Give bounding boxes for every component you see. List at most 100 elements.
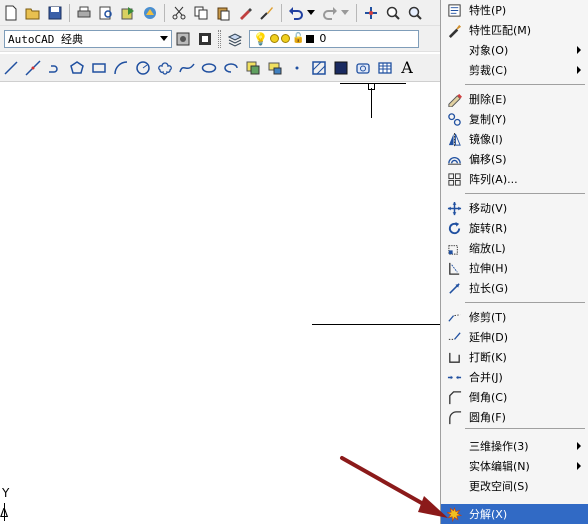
my-workspace-icon[interactable] <box>195 29 215 49</box>
layer-color-swatch-icon <box>306 34 315 43</box>
block-editor-icon[interactable] <box>257 3 277 23</box>
menu-item-22[interactable]: 更改空间(S) <box>441 476 588 496</box>
toolbar-separator <box>281 3 282 22</box>
undo-icon[interactable] <box>286 3 306 23</box>
toolbar-separator <box>69 3 70 22</box>
menu-item-6[interactable]: 镜像(I) <box>441 129 588 149</box>
menu-item-4[interactable]: 删除(E) <box>441 89 588 109</box>
menu-separator <box>465 84 585 85</box>
menu-item-14[interactable]: 修剪(T) <box>441 307 588 327</box>
copy-icon[interactable] <box>191 3 211 23</box>
menu-item-11[interactable]: 缩放(L) <box>441 238 588 258</box>
menu-item-2[interactable]: 对象(O) <box>441 40 588 60</box>
3d-dwf-icon[interactable] <box>140 3 160 23</box>
zoom-window-icon[interactable] <box>405 3 425 23</box>
multiline-text-icon[interactable]: A <box>397 58 417 78</box>
menu-item-13[interactable]: 拉长(G) <box>441 278 588 298</box>
menu-item-23[interactable]: 分解(X) <box>441 504 588 524</box>
paste-icon[interactable] <box>213 3 233 23</box>
extend-icon <box>444 328 464 346</box>
menu-item-0[interactable]: 特性(P) <box>441 0 588 20</box>
make-block-icon[interactable] <box>265 58 285 78</box>
submenu-arrow-icon <box>577 66 581 74</box>
workspace-select[interactable]: AutoCAD 经典 <box>4 29 172 48</box>
sun-thaw-icon <box>269 34 279 43</box>
menu-item-9[interactable]: 移动(V) <box>441 198 588 218</box>
region-icon[interactable] <box>353 58 373 78</box>
menu-item-8[interactable]: 阵列(A)... <box>441 169 588 189</box>
ucs-y-label: Y <box>2 486 10 500</box>
menu-item-20[interactable]: 三维操作(3) <box>441 436 588 456</box>
menu-item-18[interactable]: 倒角(C) <box>441 387 588 407</box>
rectangle-icon[interactable] <box>89 58 109 78</box>
spline-icon[interactable] <box>177 58 197 78</box>
new-icon[interactable] <box>1 3 21 23</box>
menu-item-1[interactable]: 特性匹配(M) <box>441 20 588 40</box>
menu-item-15[interactable]: 延伸(D) <box>441 327 588 347</box>
menu-item-5[interactable]: 复制(Y) <box>441 109 588 129</box>
annotation-arrow <box>340 456 448 518</box>
line-icon[interactable] <box>1 58 21 78</box>
undo-dropdown-icon[interactable] <box>307 10 315 15</box>
crosshair-vertical <box>371 88 372 118</box>
polyline-icon[interactable] <box>45 58 65 78</box>
plot-preview-icon[interactable] <box>96 3 116 23</box>
chevron-down-icon <box>160 36 168 41</box>
viewport-freeze-icon <box>280 34 290 43</box>
print-icon[interactable] <box>74 3 94 23</box>
publish-icon[interactable] <box>118 3 138 23</box>
menu-item-label: 对象(O) <box>469 44 509 57</box>
zoom-icon[interactable] <box>383 3 403 23</box>
empty-icon-slot <box>444 41 464 59</box>
toolbar-separator <box>164 3 165 22</box>
menu-item-label: 缩放(L) <box>469 242 506 255</box>
match-properties-icon <box>444 21 464 39</box>
layer-manager-icon[interactable] <box>225 29 245 49</box>
context-menu: 特性(P) 特性匹配(M) 对象(O) 剪裁(C) 删除(E) 复制(Y) 镜像(I) 偏移(… <box>440 0 588 524</box>
scale-icon <box>444 239 464 257</box>
menu-item-label: 三维操作(3) <box>469 440 529 453</box>
submenu-arrow-icon <box>577 442 581 450</box>
revision-cloud-icon[interactable] <box>155 58 175 78</box>
layer-select[interactable]: 💡 🔓 0 <box>249 29 419 48</box>
cut-icon[interactable] <box>169 3 189 23</box>
menu-item-label: 拉长(G) <box>469 282 509 295</box>
menu-item-10[interactable]: 旋转(R) <box>441 218 588 238</box>
arc-icon[interactable] <box>111 58 131 78</box>
menu-item-label: 实体编辑(N) <box>469 460 530 473</box>
construction-line-icon[interactable] <box>23 58 43 78</box>
menu-item-label: 修剪(T) <box>469 311 507 324</box>
ellipse-icon[interactable] <box>199 58 219 78</box>
redo-dropdown-icon[interactable] <box>341 10 349 15</box>
toolbar-grip[interactable] <box>218 29 221 48</box>
polygon-icon[interactable] <box>67 58 87 78</box>
workspace-settings-icon[interactable] <box>173 29 193 49</box>
lengthen-icon <box>444 279 464 297</box>
menu-item-21[interactable]: 实体编辑(N) <box>441 456 588 476</box>
menu-item-7[interactable]: 偏移(S) <box>441 149 588 169</box>
insert-block-icon[interactable] <box>243 58 263 78</box>
menu-item-label: 旋转(R) <box>469 222 508 235</box>
menu-item-label: 特性匹配(M) <box>469 24 532 37</box>
menu-item-3[interactable]: 剪裁(C) <box>441 60 588 80</box>
copy-object-icon <box>444 110 464 128</box>
stretch-icon <box>444 259 464 277</box>
table-icon[interactable] <box>375 58 395 78</box>
menu-separator <box>465 428 585 429</box>
ellipse-arc-icon[interactable] <box>221 58 241 78</box>
gradient-icon[interactable] <box>331 58 351 78</box>
menu-item-16[interactable]: 打断(K) <box>441 347 588 367</box>
menu-item-19[interactable]: 圆角(F) <box>441 407 588 427</box>
match-properties-icon[interactable] <box>235 3 255 23</box>
save-icon[interactable] <box>45 3 65 23</box>
hatch-icon[interactable] <box>309 58 329 78</box>
menu-item-label: 延伸(D) <box>469 331 509 344</box>
redo-icon[interactable] <box>320 3 340 23</box>
menu-item-label: 倒角(C) <box>469 391 508 404</box>
circle-icon[interactable] <box>133 58 153 78</box>
point-icon[interactable] <box>287 58 307 78</box>
menu-item-12[interactable]: 拉伸(H) <box>441 258 588 278</box>
pan-icon[interactable] <box>361 3 381 23</box>
menu-item-17[interactable]: 合并(J) <box>441 367 588 387</box>
open-icon[interactable] <box>23 3 43 23</box>
